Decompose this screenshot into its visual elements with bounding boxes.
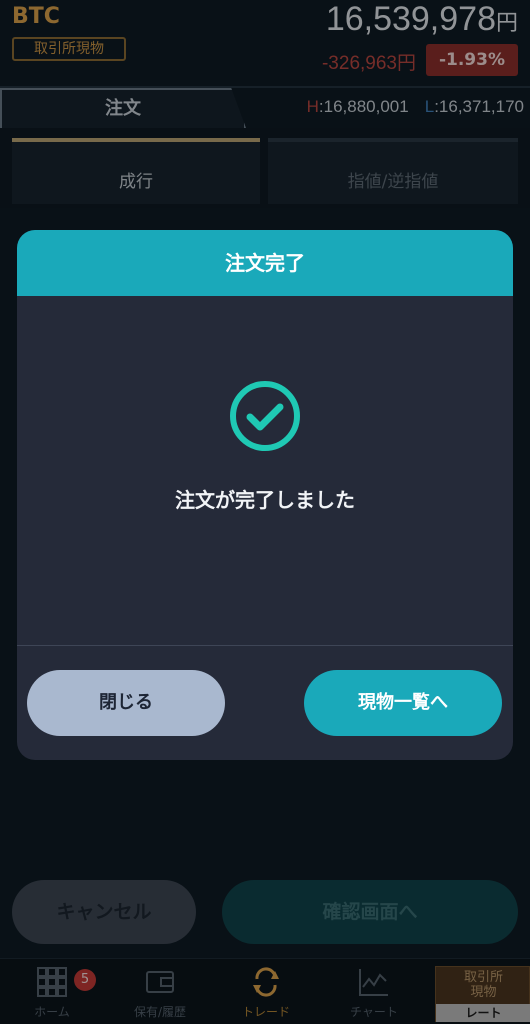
close-button[interactable]: 閉じる — [27, 670, 225, 736]
spot-list-button[interactable]: 現物一覧へ — [304, 670, 502, 736]
check-circle-icon — [230, 381, 300, 451]
dialog-title: 注文完了 — [17, 230, 513, 296]
dialog-message: 注文が完了しました — [175, 488, 355, 512]
trade-screen: BTC 取引所現物 16,539,978円 -326,963円 -1.93% 注… — [0, 0, 530, 1024]
dialog-divider — [17, 645, 513, 646]
order-complete-dialog: 注文完了 注文が完了しました 閉じる 現物一覧へ — [17, 230, 513, 760]
